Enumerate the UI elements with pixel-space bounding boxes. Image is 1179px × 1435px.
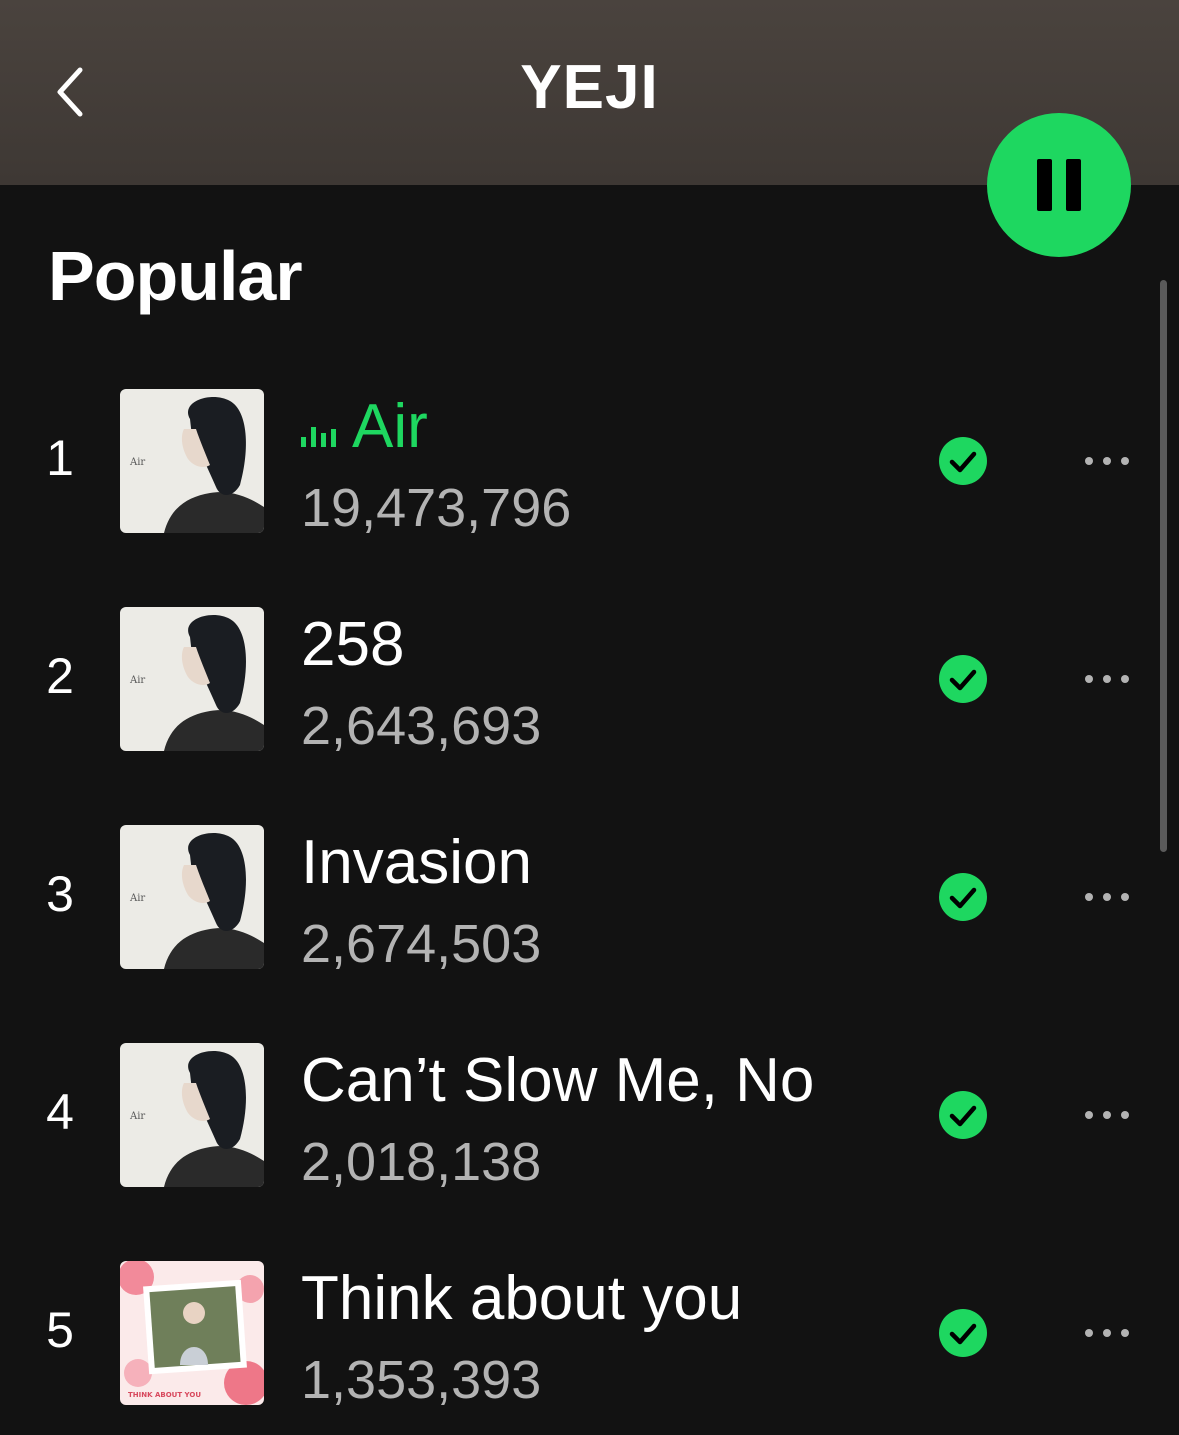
track-title: Air	[301, 391, 428, 462]
track-title-text: Air	[352, 392, 428, 461]
check-circle-icon[interactable]	[939, 1309, 987, 1357]
track-title: Can’t Slow Me, No	[301, 1046, 815, 1115]
more-icon	[1085, 1111, 1093, 1119]
section-heading: Popular	[48, 237, 303, 315]
svg-text:Air: Air	[129, 893, 145, 904]
more-options-button[interactable]	[1070, 439, 1144, 483]
track-rank: 3	[46, 866, 74, 922]
check-circle-icon[interactable]	[939, 873, 987, 921]
album-cover: Air	[120, 389, 264, 533]
svg-text:Air: Air	[129, 675, 145, 686]
scrollbar[interactable]	[1160, 280, 1167, 852]
track-row[interactable]: 3 Air Invasion 2,674,503	[0, 825, 1179, 974]
check-circle-icon[interactable]	[939, 1091, 987, 1139]
page-title: YEJI	[520, 53, 659, 122]
pause-button[interactable]	[987, 113, 1131, 257]
track-title: 258	[301, 610, 405, 679]
pause-icon	[1037, 159, 1052, 211]
album-cover: Air	[120, 825, 264, 969]
more-icon	[1085, 893, 1093, 901]
track-rank: 4	[46, 1084, 74, 1140]
track-title: Invasion	[301, 828, 532, 897]
now-playing-icon	[301, 425, 336, 447]
check-circle-icon[interactable]	[939, 437, 987, 485]
track-rank: 5	[46, 1302, 74, 1358]
more-icon	[1085, 457, 1093, 465]
more-options-button[interactable]	[1070, 1093, 1144, 1137]
track-title: Think about you	[301, 1264, 743, 1333]
more-options-button[interactable]	[1070, 1311, 1144, 1355]
more-icon	[1085, 1329, 1093, 1337]
album-cover: Air	[120, 607, 264, 751]
more-options-button[interactable]	[1070, 657, 1144, 701]
play-count: 2,018,138	[301, 1132, 542, 1192]
track-rank: 1	[46, 430, 74, 486]
play-count: 1,353,393	[301, 1350, 542, 1410]
track-row[interactable]: 4 Air Can’t Slow Me, No 2,018,138	[0, 1043, 1179, 1192]
svg-text:Air: Air	[129, 457, 145, 468]
more-icon	[1085, 675, 1093, 683]
album-cover: Air	[120, 1043, 264, 1187]
play-count: 2,643,693	[301, 696, 542, 756]
more-options-button[interactable]	[1070, 875, 1144, 919]
svg-text:Air: Air	[129, 1111, 145, 1122]
track-row[interactable]: 5 THINK ABOUT YOU Think about you 1,353,…	[0, 1261, 1179, 1410]
track-row[interactable]: 1 Air Air 19,473,796	[0, 389, 1179, 538]
check-circle-icon[interactable]	[939, 655, 987, 703]
svg-text:THINK ABOUT YOU: THINK ABOUT YOU	[128, 1391, 201, 1399]
play-count: 2,674,503	[301, 914, 542, 974]
track-rank: 2	[46, 648, 74, 704]
album-cover: THINK ABOUT YOU	[120, 1261, 264, 1405]
play-count: 19,473,796	[301, 478, 572, 538]
track-row[interactable]: 2 Air 258 2,643,693	[0, 607, 1179, 756]
